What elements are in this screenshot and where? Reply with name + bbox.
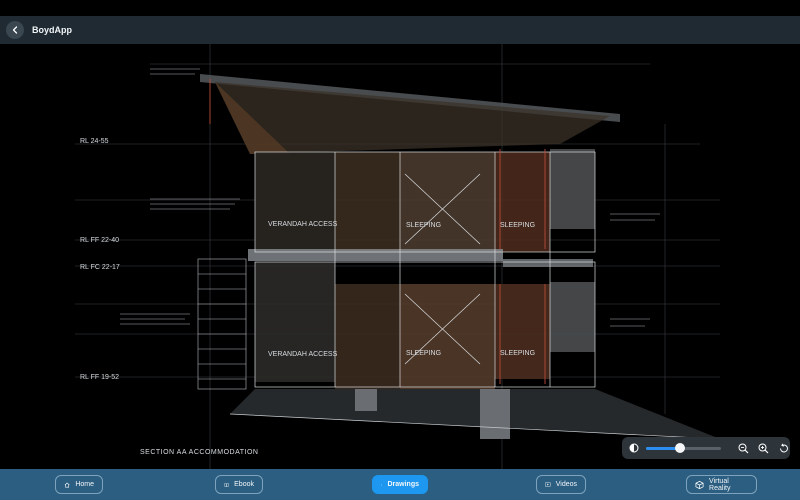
room-label-lower-sleeping-2: SLEEPING — [500, 350, 535, 357]
level-label-ceiling: RL FC 22-17 — [80, 264, 120, 271]
chevron-left-icon — [12, 26, 18, 34]
tab-videos[interactable]: Videos — [536, 475, 586, 494]
zoom-slider[interactable] — [646, 442, 722, 454]
reset-view-button[interactable] — [777, 441, 790, 455]
play-icon — [545, 482, 551, 487]
back-button[interactable] — [6, 21, 24, 39]
zoom-plus-icon — [758, 443, 769, 453]
app-header: BoydApp — [0, 16, 800, 44]
cube-icon — [695, 480, 704, 489]
tab-ebook[interactable]: Ebook — [215, 475, 263, 494]
tab-virtual-reality-label: Virtual Reality — [709, 477, 731, 492]
zoom-controls — [622, 437, 790, 459]
zoom-in-icon — [738, 443, 748, 453]
tab-home-label: Home — [75, 481, 94, 488]
drawing-title: SECTION AA ACCOMMODATION — [140, 449, 258, 456]
app-title: BoydApp — [32, 25, 72, 35]
level-label-first-floor: RL FF 22-40 — [80, 237, 119, 244]
slider-thumb[interactable] — [674, 443, 685, 453]
section-drawing[interactable]: RL 24-55 RL FF 22-40 RL FC 22-17 RL FF 1… — [0, 44, 800, 469]
contrast-icon[interactable] — [629, 443, 639, 453]
level-label-ground-floor: RL FF 19-52 — [80, 374, 119, 381]
room-label-upper-verandah: VERANDAH ACCESS — [268, 221, 338, 228]
tab-drawings-label: Drawings — [387, 481, 419, 488]
home-icon — [64, 482, 70, 487]
layers-icon — [381, 483, 383, 486]
level-label-roof: RL 24-55 — [80, 138, 109, 145]
tab-home[interactable]: Home — [55, 475, 103, 494]
room-label-lower-sleeping-1: SLEEPING — [406, 350, 441, 357]
zoom-out-button[interactable] — [757, 441, 770, 455]
drawing-viewport[interactable]: RL 24-55 RL FF 22-40 RL FC 22-17 RL FF 1… — [0, 44, 800, 469]
zoom-in-button[interactable] — [736, 441, 749, 455]
room-label-upper-sleeping-1: SLEEPING — [406, 222, 441, 229]
tab-virtual-reality[interactable]: Virtual Reality — [686, 475, 757, 494]
room-label-lower-verandah: VERANDAH ACCESS — [268, 351, 338, 358]
status-strip — [0, 0, 800, 16]
tab-ebook-label: Ebook — [234, 481, 254, 488]
rotate-reset-icon — [779, 443, 788, 452]
bottom-tab-bar: Home Ebook Drawings Videos Virtual Reali… — [0, 469, 800, 500]
tab-drawings[interactable]: Drawings — [372, 475, 428, 494]
tab-videos-label: Videos — [555, 481, 577, 488]
room-label-upper-sleeping-2: SLEEPING — [500, 222, 535, 229]
book-icon — [224, 482, 229, 487]
